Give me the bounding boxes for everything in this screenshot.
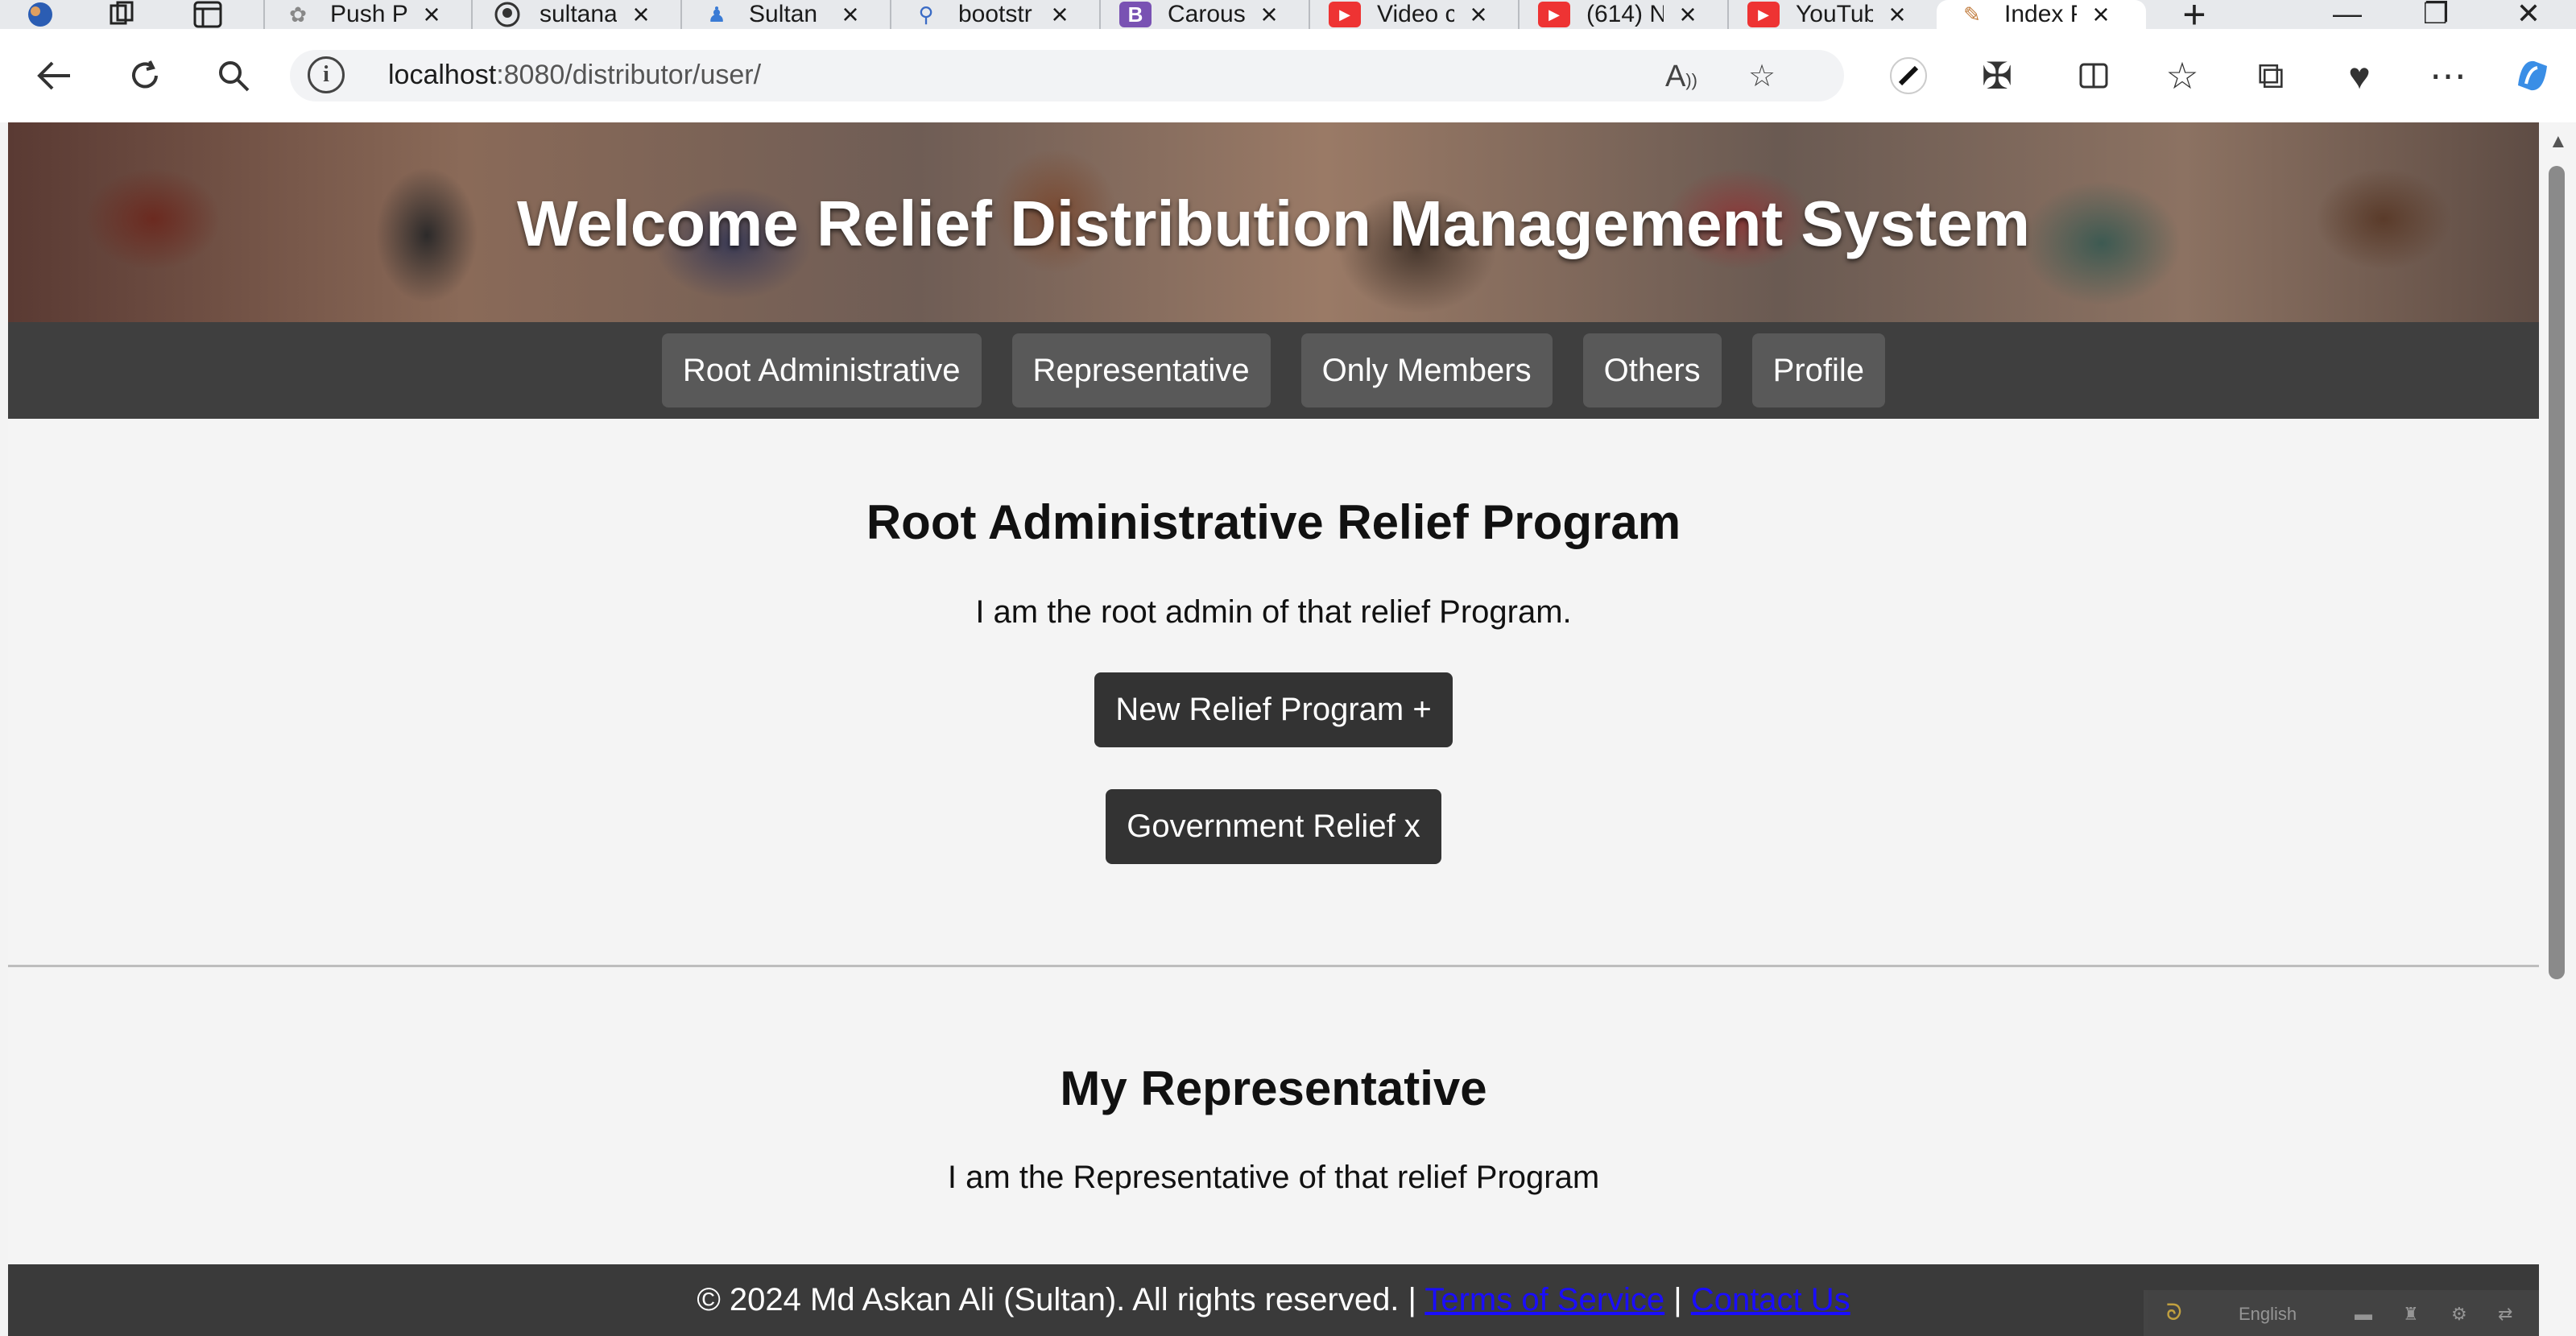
- person-icon: ♟: [707, 2, 726, 27]
- search-icon: ⚲: [918, 2, 934, 27]
- youtube-icon: ▶: [1538, 2, 1570, 27]
- close-tab-icon[interactable]: ×: [1881, 0, 1913, 31]
- translate-settings-icon[interactable]: ⚙: [2451, 1304, 2467, 1325]
- tab-separator: [1099, 0, 1101, 29]
- github-icon: [491, 2, 523, 27]
- admin-section-text-wrap: I am the root admin of that relief Progr…: [8, 594, 2539, 631]
- close-tab-icon[interactable]: ×: [2085, 0, 2117, 31]
- more-options-icon[interactable]: ⋯: [2416, 29, 2480, 122]
- performance-icon[interactable]: ♥: [2327, 29, 2392, 122]
- bootstrap-icon: B: [1119, 2, 1152, 27]
- tab-separator: [890, 0, 891, 29]
- close-tab-icon[interactable]: ×: [416, 0, 448, 31]
- restore-button[interactable]: ❐: [2400, 0, 2472, 29]
- hero-banner: Welcome Relief Distribution Management S…: [8, 122, 2539, 322]
- new-relief-program-button[interactable]: New Relief Program +: [1094, 672, 1453, 747]
- tab[interactable]: B Carous ×: [1119, 0, 1285, 31]
- browser-toolbar: i localhost:8080/distributor/user/ A)) ☆…: [0, 29, 2576, 122]
- url-path: :8080/distributor/user/: [496, 60, 762, 90]
- favorites-icon[interactable]: ☆: [2150, 29, 2214, 122]
- rep-section-text-wrap: I am the Representative of that relief P…: [8, 1160, 2539, 1196]
- tab[interactable]: ▶ (614) N ×: [1538, 0, 1704, 31]
- browser-tab-strip: ✿ Push Pr × sultana × ♟ Sultan × ⚲ boots…: [0, 0, 2576, 35]
- close-tab-icon[interactable]: ×: [1462, 0, 1495, 31]
- close-tab-icon[interactable]: ×: [834, 0, 866, 31]
- new-tab-button[interactable]: +: [2166, 0, 2222, 35]
- translate-logo-icon: ᘐ: [2166, 1300, 2182, 1325]
- minimize-button[interactable]: —: [2311, 0, 2384, 29]
- extensions-icon[interactable]: ✠: [1965, 29, 2029, 122]
- admin-section-text: I am the root admin of that relief Progr…: [975, 594, 1572, 630]
- url-host: localhost: [388, 60, 497, 90]
- rep-section-text: I am the Representative of that relief P…: [947, 1160, 1600, 1195]
- tab-separator: [1727, 0, 1729, 29]
- close-tab-icon[interactable]: ×: [1253, 0, 1285, 31]
- tab[interactable]: ✿ Push Pr ×: [282, 0, 448, 31]
- tab[interactable]: ⚲ bootstr ×: [910, 0, 1076, 31]
- address-bar[interactable]: i localhost:8080/distributor/user/ A)) ☆: [290, 50, 1844, 101]
- tab[interactable]: ▶ YouTub ×: [1747, 0, 1913, 31]
- page-scrollbar[interactable]: ▲: [2539, 122, 2576, 1336]
- back-icon[interactable]: [23, 29, 87, 122]
- rep-section-title: My Representative: [1060, 1061, 1487, 1115]
- page-viewport: Welcome Relief Distribution Management S…: [8, 122, 2539, 1336]
- admin-section-title: Root Administrative Relief Program: [866, 495, 1681, 549]
- favorite-star-icon[interactable]: ☆: [1739, 56, 1784, 97]
- page-icon: ✎: [1963, 2, 1981, 27]
- tab[interactable]: sultana ×: [491, 0, 657, 31]
- tab[interactable]: ▶ Video c ×: [1329, 0, 1495, 31]
- government-relief-button[interactable]: Government Relief x: [1106, 789, 1441, 864]
- contact-link[interactable]: Contact Us: [1691, 1282, 1850, 1317]
- nav-others[interactable]: Others: [1582, 333, 1722, 407]
- translate-language[interactable]: English: [2239, 1304, 2297, 1325]
- scroll-up-icon[interactable]: ▲: [2549, 130, 2568, 153]
- youtube-icon: ▶: [1747, 2, 1780, 27]
- translate-hide-icon[interactable]: ▬: [2355, 1304, 2372, 1325]
- split-screen-icon[interactable]: [2061, 29, 2126, 122]
- refresh-icon[interactable]: [113, 29, 177, 122]
- collections-icon[interactable]: ⧉: [2239, 29, 2303, 122]
- tab-separator: [263, 0, 265, 29]
- youtube-icon: ▶: [1329, 2, 1361, 27]
- tab[interactable]: ♟ Sultan ×: [701, 0, 866, 31]
- close-window-button[interactable]: ✕: [2492, 0, 2565, 29]
- nav-root-administrative[interactable]: Root Administrative: [661, 333, 982, 407]
- section-divider: [8, 965, 2539, 967]
- workspaces-icon[interactable]: [98, 0, 147, 29]
- pen-icon[interactable]: [1876, 29, 1941, 122]
- rep-section: My Representative: [8, 1061, 2539, 1116]
- close-tab-icon[interactable]: ×: [625, 0, 657, 31]
- hero-title: Welcome Relief Distribution Management S…: [517, 188, 2030, 259]
- browser-profile-icon[interactable]: [16, 0, 64, 29]
- gov-relief-wrap: Government Relief x: [8, 789, 2539, 864]
- tab-separator: [471, 0, 473, 29]
- terms-link[interactable]: Terms of Service: [1424, 1282, 1664, 1317]
- nav-profile[interactable]: Profile: [1751, 333, 1886, 407]
- main-nav: Root Administrative Representative Only …: [8, 322, 2539, 419]
- vertical-tabs-icon[interactable]: [184, 0, 232, 29]
- tab-separator: [1518, 0, 1520, 29]
- openai-icon: ✿: [289, 2, 307, 27]
- tab-separator: [1309, 0, 1310, 29]
- close-tab-icon[interactable]: ×: [1672, 0, 1704, 31]
- translate-swap-icon[interactable]: ⇄: [2498, 1304, 2512, 1325]
- site-info-icon[interactable]: i: [308, 56, 345, 93]
- search-icon[interactable]: [201, 29, 266, 122]
- translate-pin-icon[interactable]: ♜: [2403, 1304, 2419, 1325]
- footer-sep: |: [1664, 1282, 1691, 1317]
- nav-only-members[interactable]: Only Members: [1300, 333, 1553, 407]
- copilot-icon[interactable]: [2500, 29, 2565, 122]
- nav-representative[interactable]: Representative: [1011, 333, 1271, 407]
- tab-separator: [680, 0, 682, 29]
- url-text[interactable]: localhost:8080/distributor/user/: [388, 60, 761, 91]
- scroll-thumb[interactable]: [2549, 166, 2565, 979]
- translate-widget[interactable]: ᘐ English ▬ ♜ ⚙ ⇄: [2144, 1290, 2539, 1336]
- footer-copyright: © 2024 Md Askan Ali (Sultan). All rights…: [697, 1282, 1425, 1317]
- read-aloud-icon[interactable]: A)): [1659, 56, 1704, 97]
- close-tab-icon[interactable]: ×: [1044, 0, 1076, 31]
- admin-section: Root Administrative Relief Program: [8, 494, 2539, 550]
- tab-active[interactable]: ✎ Index P ×: [1937, 0, 2146, 31]
- new-program-wrap: New Relief Program +: [8, 672, 2539, 747]
